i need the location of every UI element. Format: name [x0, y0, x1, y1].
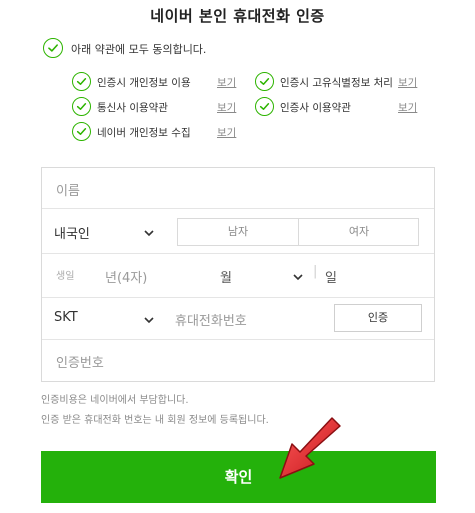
- birthday-row: 생일 년(4자) 월 | 일: [42, 254, 434, 298]
- verification-form: 이름 내국인 남자 여자 생일 년(4자) 월 | 일 SKT 휴대전화번호 인…: [41, 167, 435, 382]
- check-circle-icon[interactable]: [72, 122, 91, 141]
- gender-toggle: 남자 여자: [177, 218, 419, 246]
- term-item[interactable]: 인증사 이용약관 보기: [255, 97, 425, 117]
- page-title: 네이버 본인 휴대전화 인증: [150, 7, 325, 25]
- check-circle-icon[interactable]: [72, 97, 91, 116]
- pointer-arrow-icon: [279, 417, 341, 479]
- check-circle-icon[interactable]: [255, 72, 274, 91]
- check-circle-icon[interactable]: [43, 38, 63, 58]
- nationality-gender-row: 내국인 남자 여자: [42, 209, 434, 254]
- gender-male-option[interactable]: 남자: [178, 219, 298, 245]
- term-label: 네이버 개인정보 수집: [97, 127, 191, 139]
- phone-input[interactable]: 휴대전화번호: [175, 310, 247, 329]
- birth-month-select[interactable]: 월: [220, 267, 232, 286]
- term-label: 인증시 고유식별정보 처리: [280, 77, 393, 89]
- day-divider: |: [313, 264, 318, 279]
- birthday-label: 생일: [56, 271, 75, 282]
- agree-all-label: 아래 약관에 모두 동의합니다.: [71, 43, 207, 56]
- term-item[interactable]: 네이버 개인정보 수집 보기: [72, 122, 252, 142]
- nationality-select[interactable]: 내국인: [54, 223, 90, 242]
- auth-code-input[interactable]: 인증번호: [56, 352, 104, 371]
- term-label: 통신사 이용약관: [97, 102, 168, 114]
- name-input[interactable]: 이름: [56, 180, 80, 199]
- birth-year-input[interactable]: 년(4자): [105, 267, 147, 286]
- carrier-select[interactable]: SKT: [54, 310, 78, 325]
- view-link[interactable]: 보기: [398, 75, 417, 90]
- register-note: 인증 받은 휴대전화 번호는 내 회원 정보에 등록됩니다.: [41, 415, 269, 426]
- term-item[interactable]: 인증시 개인정보 이용 보기: [72, 72, 252, 92]
- auth-request-button[interactable]: 인증: [334, 304, 422, 332]
- chevron-down-icon[interactable]: [142, 315, 156, 325]
- cost-note: 인증비용은 네이버에서 부담합니다.: [41, 395, 189, 406]
- term-item[interactable]: 통신사 이용약관 보기: [72, 97, 252, 117]
- chevron-down-icon[interactable]: [291, 272, 305, 282]
- check-circle-icon[interactable]: [72, 72, 91, 91]
- view-link[interactable]: 보기: [217, 125, 236, 140]
- check-circle-icon[interactable]: [255, 97, 274, 116]
- confirm-button[interactable]: 확인: [41, 451, 436, 503]
- term-item[interactable]: 인증시 고유식별정보 처리 보기: [255, 72, 425, 92]
- view-link[interactable]: 보기: [398, 100, 417, 115]
- term-label: 인증사 이용약관: [280, 102, 351, 114]
- phone-row: SKT 휴대전화번호 인증: [42, 298, 434, 340]
- term-label: 인증시 개인정보 이용: [97, 77, 191, 89]
- view-link[interactable]: 보기: [217, 75, 236, 90]
- name-row[interactable]: 이름: [42, 168, 434, 209]
- view-link[interactable]: 보기: [217, 100, 236, 115]
- gender-female-option[interactable]: 여자: [299, 219, 419, 245]
- code-row[interactable]: 인증번호: [42, 340, 434, 381]
- chevron-down-icon[interactable]: [142, 228, 156, 238]
- birth-day-input[interactable]: 일: [325, 267, 337, 286]
